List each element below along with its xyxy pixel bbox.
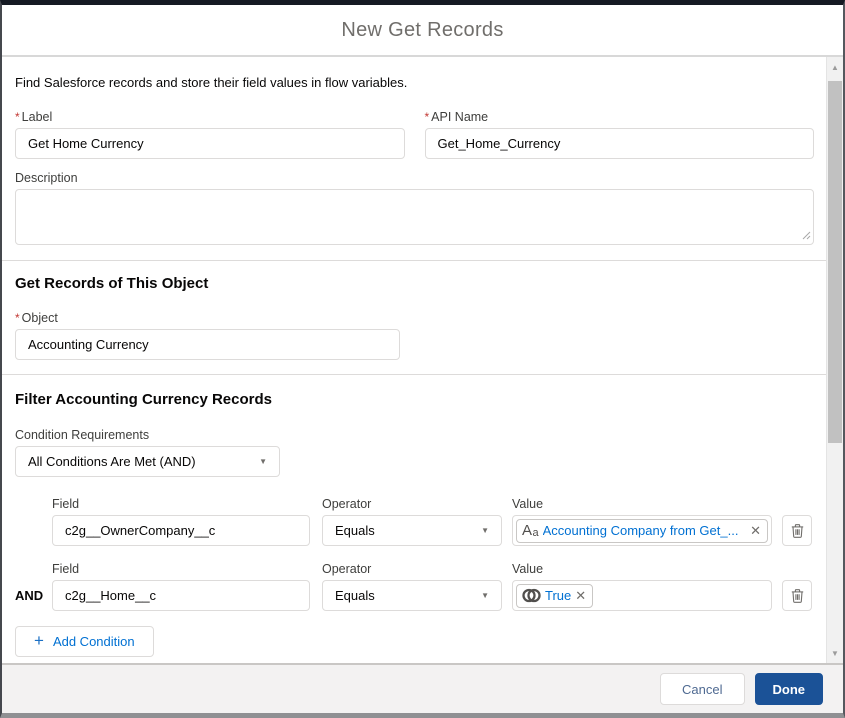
connector-label: AND: [15, 588, 44, 603]
required-asterisk: *: [424, 110, 430, 124]
condition-requirements-value: All Conditions Are Met (AND): [28, 454, 196, 469]
required-asterisk: *: [15, 311, 20, 325]
operator-dropdown[interactable]: Equals ▼: [322, 580, 502, 611]
section-divider: [2, 260, 826, 261]
condition-rows: Field Operator Equals ▼ Value: [15, 497, 814, 611]
object-section-heading: Get Records of This Object: [15, 275, 209, 292]
object-field-label: * Object: [15, 311, 58, 325]
field-input[interactable]: [52, 580, 310, 611]
value-column-label: Value: [512, 497, 544, 511]
plus-icon: +: [34, 631, 44, 650]
operator-cell: Operator Equals ▼: [322, 497, 502, 546]
modal-body: Find Salesforce records and store their …: [2, 57, 843, 663]
scroll-down-icon[interactable]: ▼: [827, 645, 843, 661]
label-field-group: * Label: [15, 110, 405, 159]
value-cell: Value Aa Accounting Company from Get_...…: [512, 497, 772, 546]
value-pill-text: True: [545, 588, 572, 603]
description-field-group: Description: [15, 171, 814, 245]
intro-text: Find Salesforce records and store their …: [15, 75, 408, 90]
label-input[interactable]: [15, 128, 405, 159]
remove-pill-icon[interactable]: ✕: [575, 589, 586, 602]
required-asterisk: *: [15, 110, 20, 124]
filter-section-heading: Filter Accounting Currency Records: [15, 391, 272, 408]
delete-condition-button[interactable]: [782, 515, 812, 546]
condition-row: Field Operator Equals ▼ Value: [15, 497, 814, 546]
label-field-label: * Label: [15, 110, 53, 124]
done-button[interactable]: Done: [754, 673, 823, 705]
delete-condition-button[interactable]: [782, 580, 812, 611]
operator-dropdown[interactable]: Equals ▼: [322, 515, 502, 546]
value-column-label: Value: [512, 562, 544, 576]
chevron-down-icon: ▼: [481, 525, 489, 535]
value-pill[interactable]: Aa Accounting Company from Get_... ✕: [516, 518, 768, 543]
value-pill-text: Accounting Company from Get_...: [542, 523, 739, 538]
chevron-down-icon: ▼: [259, 456, 267, 466]
value-cell: Value True ✕: [512, 562, 772, 611]
field-cell: Field: [52, 497, 310, 546]
operator-cell: Operator Equals ▼: [322, 562, 502, 611]
vertical-scrollbar[interactable]: ▲ ▼: [826, 57, 843, 663]
api-name-field-label: * API Name: [424, 110, 489, 124]
scroll-up-icon[interactable]: ▲: [827, 59, 843, 75]
description-field-label: Description: [15, 171, 78, 185]
text-type-icon: Aa: [522, 522, 539, 539]
api-name-field-group: * API Name: [424, 110, 814, 159]
condition-requirements-group: Condition Requirements All Conditions Ar…: [15, 428, 280, 477]
field-cell: Field: [52, 562, 310, 611]
condition-requirements-dropdown[interactable]: All Conditions Are Met (AND) ▼: [15, 446, 280, 477]
operator-column-label: Operator: [322, 562, 372, 576]
page-title: New Get Records: [341, 18, 504, 41]
object-input[interactable]: [15, 329, 400, 360]
resize-handle-icon[interactable]: [802, 231, 811, 240]
value-input[interactable]: True ✕: [512, 580, 772, 611]
operator-column-label: Operator: [322, 497, 372, 511]
field-column-label: Field: [52, 562, 80, 576]
cancel-button[interactable]: Cancel: [660, 673, 745, 705]
remove-pill-icon[interactable]: ✕: [750, 524, 761, 537]
modal-content: Find Salesforce records and store their …: [2, 57, 826, 663]
value-input[interactable]: Aa Accounting Company from Get_... ✕: [512, 515, 772, 546]
add-condition-button[interactable]: + Add Condition: [15, 626, 154, 657]
chevron-down-icon: ▼: [481, 590, 489, 600]
connector-cell: [15, 515, 52, 546]
scrollbar-thumb[interactable]: [828, 81, 842, 443]
condition-row: AND Field Operator Equals ▼ Val: [15, 562, 814, 611]
modal-footer: Cancel Done: [2, 663, 843, 713]
new-get-records-modal: New Get Records Find Salesforce records …: [0, 0, 845, 718]
modal-header: New Get Records: [2, 5, 843, 57]
boolean-type-icon: [522, 588, 541, 603]
label-api-row: *Label *API Name: [15, 110, 814, 159]
api-name-input[interactable]: [424, 128, 814, 159]
section-divider: [2, 374, 826, 375]
object-field-group: * Object: [15, 311, 400, 360]
value-pill[interactable]: True ✕: [516, 583, 594, 608]
description-textarea[interactable]: [15, 189, 814, 245]
condition-requirements-label: Condition Requirements: [15, 428, 150, 442]
field-column-label: Field: [52, 497, 80, 511]
connector-cell: AND: [15, 580, 52, 611]
field-input[interactable]: [52, 515, 310, 546]
trash-icon: [791, 588, 803, 603]
trash-icon: [791, 523, 803, 538]
